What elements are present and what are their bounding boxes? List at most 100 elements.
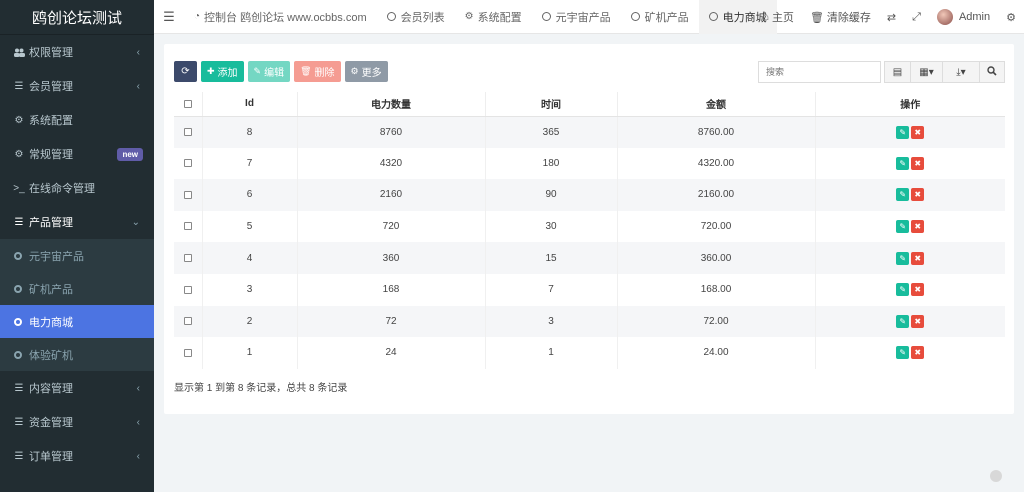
topbar-right: ⌂ 主页 🗑︎ 清除缓存 ⇄ ⤢ Admin ⚙ [754, 0, 1024, 34]
row-checkbox[interactable] [183, 285, 192, 294]
sidebar-item-members[interactable]: ☰ 会员管理 ‹ [0, 69, 154, 103]
delete-button[interactable]: 🗑︎ 删除 [294, 61, 341, 82]
sidebar-item-orders[interactable]: ☰ 订单管理 ‹ [0, 439, 154, 473]
sidebar-item-general[interactable]: ⚙ 常规管理 new [0, 137, 154, 171]
row-delete-button[interactable]: ✖ [911, 283, 925, 297]
sidebar-subitem-label: 矿机产品 [29, 283, 73, 296]
app-logo-title[interactable]: 鸥创论坛测试 [0, 0, 154, 35]
data-table: Id 电力数量 时间 金额 操作 8 8760 365 8760.00 ✎ ✖ 7 4320 1… [174, 92, 1005, 369]
toggle-view-button[interactable]: ▤ [884, 61, 911, 83]
row-edit-button[interactable]: ✎ [896, 220, 910, 234]
more-button[interactable]: ⚙ 更多 [344, 61, 388, 82]
row-delete-button[interactable]: ✖ [911, 188, 925, 202]
sidebar-subitem-trial-miner[interactable]: 体验矿机 [0, 338, 154, 371]
table-row[interactable]: 1 24 1 24.00 ✎ ✖ [174, 337, 1005, 369]
row-edit-button[interactable]: ✎ [896, 125, 910, 139]
table-row[interactable]: 5 720 30 720.00 ✎ ✖ [174, 210, 1005, 243]
search-input[interactable] [758, 61, 881, 83]
row-delete-button[interactable]: ✖ [911, 314, 925, 328]
add-button[interactable]: ✚ 添加 [201, 61, 244, 82]
tab-member-list[interactable]: 会员列表 [377, 0, 455, 34]
language-button[interactable]: ⇄ [879, 0, 904, 34]
cell-amount: 168.00 [617, 273, 816, 306]
list-icon: ☰ [14, 80, 24, 92]
table-row[interactable]: 7 4320 180 4320.00 ✎ ✖ [174, 147, 1005, 180]
row-checkbox[interactable] [183, 127, 192, 136]
clear-cache-button[interactable]: 🗑︎ 清除缓存 [802, 0, 879, 34]
header-power-qty[interactable]: 电力数量 [297, 92, 486, 117]
pencil-icon: ✎ [253, 66, 262, 76]
row-delete-button[interactable]: ✖ [911, 156, 925, 170]
row-edit-button[interactable]: ✎ [896, 283, 910, 297]
cell-amount: 720.00 [617, 210, 816, 243]
sidebar-item-system-config[interactable]: ⚙ 系统配置 [0, 103, 154, 137]
circle-icon [541, 12, 551, 21]
table-row[interactable]: 8 8760 365 8760.00 ✎ ✖ [174, 116, 1005, 148]
tab-miner-products[interactable]: 矿机产品 [621, 0, 699, 34]
cell-actions: ✎ ✖ [815, 148, 1005, 180]
table-row[interactable]: 4 360 15 360.00 ✎ ✖ [174, 242, 1005, 274]
edit-button[interactable]: ✎ 编辑 [247, 61, 291, 82]
cell-time: 15 [485, 242, 618, 274]
sidebar-item-content[interactable]: ☰ 内容管理 ‹ [0, 371, 154, 405]
tab-metaverse-products[interactable]: 元宇宙产品 [532, 0, 621, 34]
cell-id: 6 [202, 179, 298, 211]
users-icon [12, 48, 26, 57]
row-checkbox-cell [174, 242, 203, 274]
row-checkbox[interactable] [183, 222, 192, 231]
sidebar-item-funds[interactable]: ☰ 资金管理 ‹ [0, 405, 154, 439]
sidebar-subitem-metaverse-products[interactable]: 元宇宙产品 [0, 239, 154, 272]
fullscreen-button[interactable]: ⤢ [904, 0, 929, 34]
row-edit-button[interactable]: ✎ [896, 346, 910, 360]
language-icon: ⇄ [886, 11, 897, 24]
sidebar-item-products[interactable]: ☰ 产品管理 ⌄ [0, 205, 154, 239]
sidebar-subitem-label: 电力商城 [29, 316, 73, 329]
table-row[interactable]: 6 2160 90 2160.00 ✎ ✖ [174, 179, 1005, 211]
row-edit-button[interactable]: ✎ [896, 156, 910, 170]
row-delete-button[interactable]: ✖ [911, 251, 925, 265]
columns-button[interactable]: ▦▾ [911, 61, 943, 83]
settings-button[interactable]: ⚙ [998, 0, 1024, 34]
sidebar-item-label: 系统配置 [29, 115, 73, 127]
row-checkbox[interactable] [183, 348, 192, 357]
header-amount[interactable]: 金额 [617, 92, 816, 117]
circle-icon [14, 317, 22, 326]
user-menu[interactable]: Admin [929, 0, 998, 34]
sidebar-subitem-label: 体验矿机 [29, 349, 73, 362]
header-id[interactable]: Id [202, 92, 298, 117]
refresh-icon: ⟳ [181, 66, 190, 77]
search-button[interactable] [979, 61, 1005, 83]
select-all-checkbox[interactable] [183, 99, 192, 108]
sidebar-item-label: 内容管理 [29, 383, 73, 395]
row-edit-button[interactable]: ✎ [896, 188, 910, 202]
sidebar-subitem-label: 元宇宙产品 [29, 250, 84, 263]
row-edit-button[interactable]: ✎ [896, 251, 910, 265]
table-row[interactable]: 3 168 7 168.00 ✎ ✖ [174, 273, 1005, 306]
select-all-checkbox-cell [174, 92, 203, 117]
row-delete-button[interactable]: ✖ [911, 220, 925, 234]
header-time[interactable]: 时间 [485, 92, 618, 117]
row-checkbox-cell [174, 147, 203, 180]
sidebar-item-online-command[interactable]: >_ 在线命令管理 [0, 171, 154, 205]
refresh-button[interactable]: ⟳ [174, 61, 197, 82]
row-checkbox[interactable] [183, 190, 192, 199]
row-checkbox[interactable] [183, 254, 192, 263]
row-delete-button[interactable]: ✖ [911, 125, 925, 139]
row-checkbox[interactable] [183, 317, 192, 326]
chevron-down-icon: ⌄ [131, 216, 140, 228]
list-icon: ☰ [14, 216, 24, 228]
row-edit-button[interactable]: ✎ [896, 314, 910, 328]
export-button[interactable]: ⤓▾ [943, 61, 980, 83]
tab-system-config[interactable]: ⚙ 系统配置 [455, 0, 532, 34]
tab-dashboard[interactable]: ◔ 控制台 鸥创论坛 www.ocbbs.com [184, 0, 377, 34]
sidebar-subitem-miner-products[interactable]: 矿机产品 [0, 272, 154, 305]
chevron-left-icon: ‹ [136, 80, 140, 92]
home-link[interactable]: ⌂ 主页 [754, 0, 802, 34]
sidebar-item-permissions[interactable]: 权限管理 ‹ [0, 35, 154, 69]
row-delete-button[interactable]: ✖ [911, 346, 925, 360]
row-checkbox-cell [174, 179, 203, 211]
sidebar-subitem-power-mall[interactable]: 电力商城 [0, 305, 154, 338]
table-row[interactable]: 2 72 3 72.00 ✎ ✖ [174, 305, 1005, 338]
hamburger-menu-icon[interactable]: ☰ [154, 9, 184, 25]
row-checkbox[interactable] [183, 159, 192, 168]
